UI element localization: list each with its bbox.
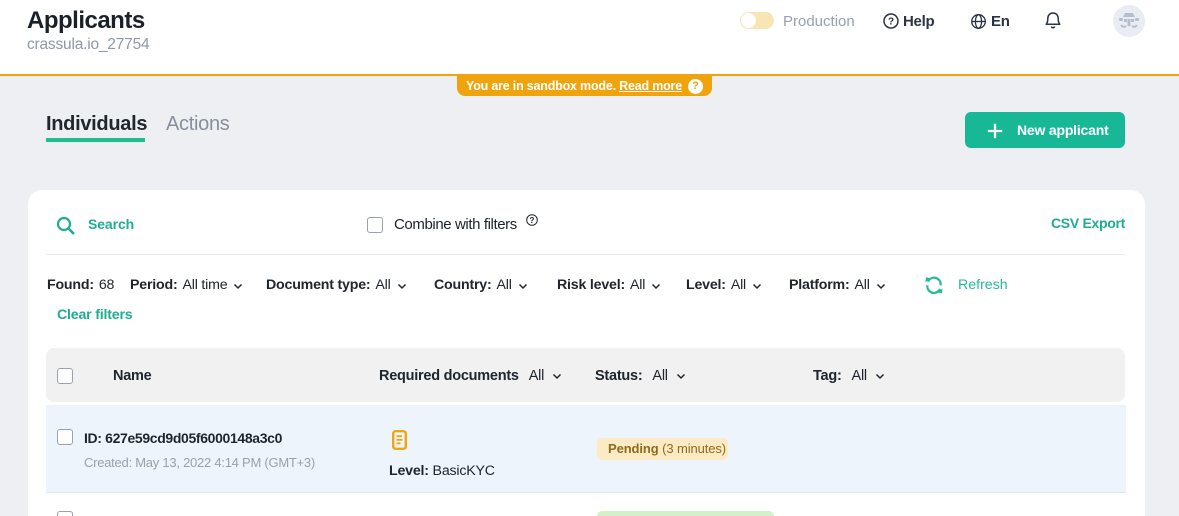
svg-text:?: ? — [888, 17, 894, 28]
svg-text:?: ? — [530, 216, 535, 225]
